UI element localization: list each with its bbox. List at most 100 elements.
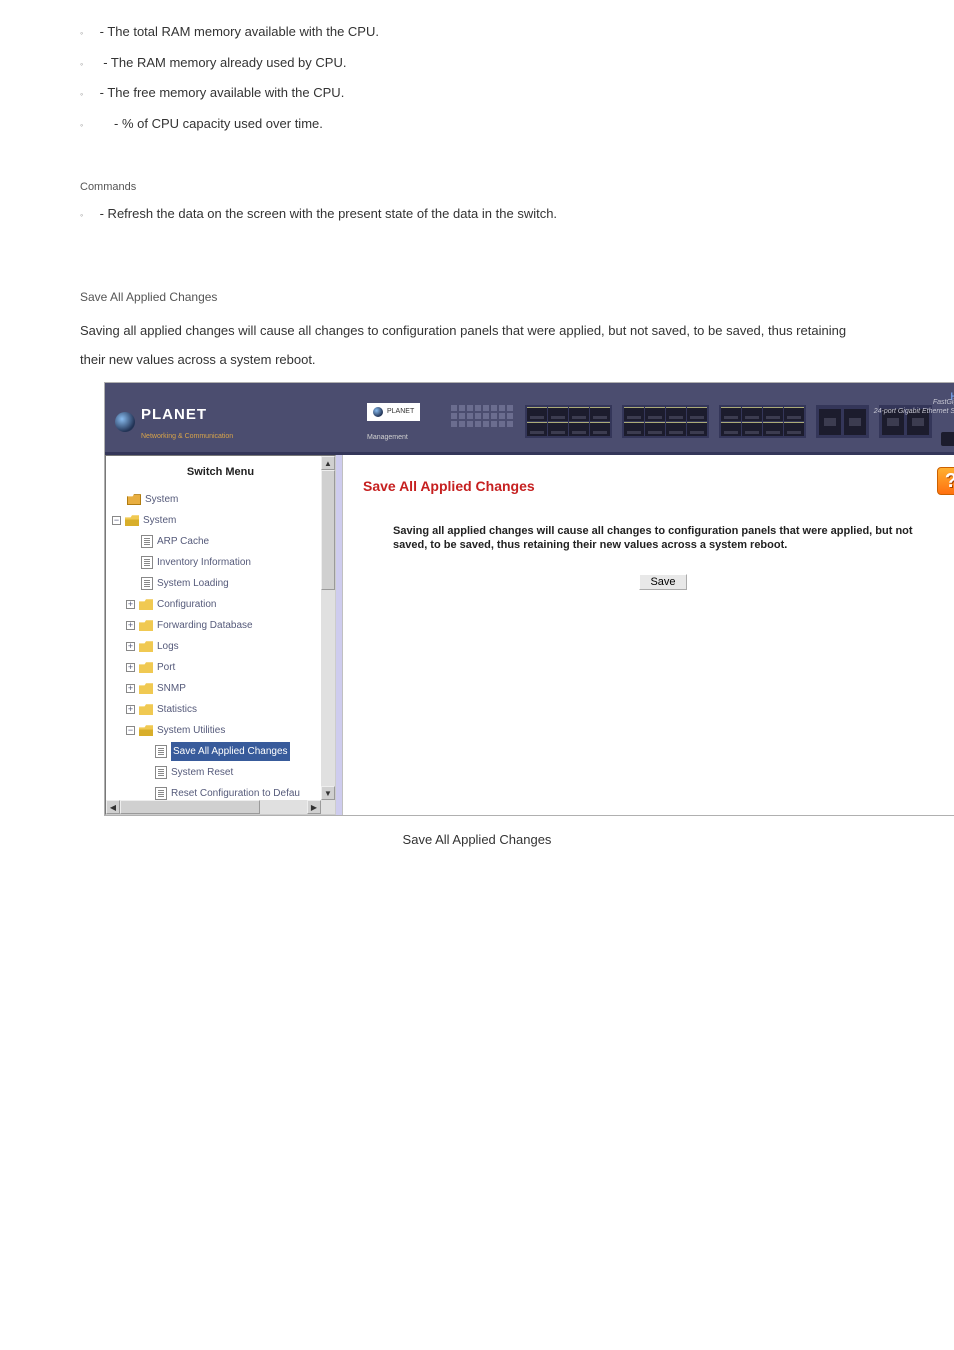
horizontal-scrollbar[interactable]: ◀ ▶ xyxy=(106,800,321,814)
bullet-cpu-capacity: ◦ - % of CPU capacity used over time. xyxy=(80,112,874,137)
menu-title: Switch Menu xyxy=(106,456,335,489)
device-management-label: Management xyxy=(367,431,408,444)
tree-label: Port xyxy=(157,658,175,677)
panel-title: Save All Applied Changes xyxy=(363,473,954,500)
tree: System − System ARP Cache Inventory Info… xyxy=(106,489,335,815)
scroll-down-icon[interactable]: ▼ xyxy=(321,786,335,800)
tree-logs[interactable]: + Logs xyxy=(112,636,335,657)
folder-icon xyxy=(139,683,153,694)
folder-icon xyxy=(139,704,153,715)
logo-text: PLANET xyxy=(141,401,233,430)
port-cluster[interactable] xyxy=(719,405,806,438)
tree-label: System Utilities xyxy=(157,721,225,740)
page-icon xyxy=(141,535,153,548)
folder-icon xyxy=(139,641,153,652)
scroll-thumb[interactable] xyxy=(321,470,335,590)
sidebar: Switch Menu System − System ARP Cache xyxy=(105,455,343,815)
bullet-marker: ◦ xyxy=(80,117,96,134)
folder-icon xyxy=(127,494,141,505)
tree-label: Inventory Information xyxy=(157,553,251,572)
tree-label: System Loading xyxy=(157,574,229,593)
folder-icon xyxy=(139,620,153,631)
bullet-total-ram: ◦ - The total RAM memory available with … xyxy=(80,20,874,45)
page-icon xyxy=(155,787,167,800)
tree-label: Logs xyxy=(157,637,179,656)
globe-icon xyxy=(115,412,135,432)
page-icon xyxy=(141,556,153,569)
commands-heading: Commands xyxy=(80,177,874,198)
logo-subtitle: Networking & Communication xyxy=(141,430,233,443)
app-screenshot: Help PLANET Networking & Communication P… xyxy=(104,382,954,816)
page-icon xyxy=(155,766,167,779)
scroll-up-icon[interactable]: ▲ xyxy=(321,456,335,470)
led-grid xyxy=(451,405,513,427)
device-header: Help PLANET Networking & Communication P… xyxy=(105,383,954,455)
port-cluster[interactable] xyxy=(622,405,709,438)
tree-label: SNMP xyxy=(157,679,186,698)
collapse-icon[interactable]: − xyxy=(126,726,135,735)
page-icon xyxy=(155,745,167,758)
help-icon[interactable]: ? xyxy=(937,467,954,495)
tree-label: Configuration xyxy=(157,595,216,614)
section-description: Saving all applied changes will cause al… xyxy=(80,317,874,374)
switch-series: FastGigate I xyxy=(874,399,954,407)
globe-icon xyxy=(373,407,383,417)
save-button[interactable]: Save xyxy=(639,574,686,590)
figure-caption: Save All Applied Changes xyxy=(80,828,874,853)
tree-system-utilities[interactable]: − System Utilities xyxy=(112,720,335,741)
tree-forwarding-db[interactable]: + Forwarding Database xyxy=(112,615,335,636)
tree-inventory[interactable]: Inventory Information xyxy=(112,552,335,573)
section-heading: Save All Applied Changes xyxy=(80,286,874,309)
bullet-text: - % of CPU capacity used over time. xyxy=(96,112,323,137)
bullet-marker: ◦ xyxy=(80,56,96,73)
tree-label: Forwarding Database xyxy=(157,616,253,635)
tree-arp-cache[interactable]: ARP Cache xyxy=(112,531,335,552)
app-body: Switch Menu System − System ARP Cache xyxy=(105,455,954,815)
port-cluster[interactable] xyxy=(525,405,612,438)
expand-icon[interactable]: + xyxy=(126,642,135,651)
expand-icon[interactable]: + xyxy=(126,621,135,630)
tree-system[interactable]: − System xyxy=(112,510,335,531)
tree-snmp[interactable]: + SNMP xyxy=(112,678,335,699)
expand-icon[interactable]: + xyxy=(126,663,135,672)
tree-label: System xyxy=(143,511,176,530)
bullet-marker: ◦ xyxy=(80,207,96,224)
brand-logo: PLANET Networking & Communication xyxy=(115,401,233,443)
switch-port-graphic xyxy=(525,405,932,438)
commands-section: Commands ◦ - Refresh the data on the scr… xyxy=(80,177,874,227)
bullet-text: - Refresh the data on the screen with th… xyxy=(96,202,557,227)
tree-save-all-applied[interactable]: Save All Applied Changes xyxy=(112,741,335,762)
tree-label: System xyxy=(145,490,178,509)
tree-system-reset[interactable]: System Reset xyxy=(112,762,335,783)
tree-root-system[interactable]: System xyxy=(112,489,335,510)
tree-configuration[interactable]: + Configuration xyxy=(112,594,335,615)
scroll-left-icon[interactable]: ◀ xyxy=(106,800,120,814)
collapse-icon[interactable]: − xyxy=(112,516,121,525)
page-icon xyxy=(141,577,153,590)
save-row: Save xyxy=(363,573,954,592)
expand-icon[interactable]: + xyxy=(126,705,135,714)
panel-description: Saving all applied changes will cause al… xyxy=(393,524,943,553)
device-brand-text: PLANET xyxy=(387,405,414,418)
switch-model-label: FastGigate I 24-port Gigabit Ethernet Sw… xyxy=(874,399,954,416)
folder-icon xyxy=(139,599,153,610)
gbic-cluster[interactable] xyxy=(816,405,869,438)
scroll-right-icon[interactable]: ▶ xyxy=(307,800,321,814)
main-panel: ? Save All Applied Changes Saving all ap… xyxy=(343,455,954,815)
expand-icon[interactable]: + xyxy=(126,600,135,609)
sidebar-tree-panel: Switch Menu System − System ARP Cache xyxy=(105,455,336,815)
folder-open-icon xyxy=(125,515,139,526)
vertical-scrollbar[interactable]: ▲ ▼ xyxy=(321,456,335,800)
scroll-corner xyxy=(321,800,335,814)
bullet-marker: ◦ xyxy=(80,86,96,103)
tree-system-loading[interactable]: System Loading xyxy=(112,573,335,594)
tree-label: Statistics xyxy=(157,700,197,719)
tree-label: ARP Cache xyxy=(157,532,209,551)
tree-label: Save All Applied Changes xyxy=(171,742,290,761)
scroll-thumb[interactable] xyxy=(120,800,260,814)
device-brand-label: PLANET xyxy=(367,403,420,420)
expand-icon[interactable]: + xyxy=(126,684,135,693)
memory-bullet-list: ◦ - The total RAM memory available with … xyxy=(80,20,874,137)
tree-statistics[interactable]: + Statistics xyxy=(112,699,335,720)
tree-port[interactable]: + Port xyxy=(112,657,335,678)
